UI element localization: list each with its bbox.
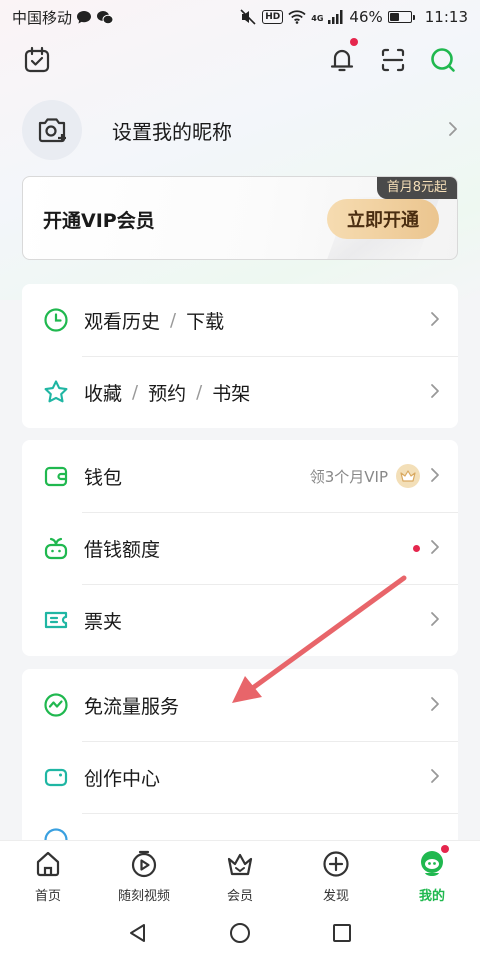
- chevron-right-icon: [430, 536, 440, 560]
- network-type: 4G: [311, 14, 324, 23]
- loan-label: 借钱额度: [84, 538, 161, 561]
- wallet-hint: 领3个月VIP: [309, 467, 388, 486]
- vip-banner[interactable]: 开通VIP会员 立即开通 首月8元起: [22, 176, 458, 260]
- chevron-right-icon: [430, 608, 440, 632]
- history-favorites-card: 观看历史 / 下载 收藏 / 预约 / 书架: [22, 284, 458, 428]
- wallet-row[interactable]: 钱包 领3个月VIP: [22, 440, 458, 512]
- wallet-label: 钱包: [84, 466, 123, 489]
- hd-badge: HD: [262, 10, 284, 24]
- clock-icon: [42, 306, 70, 334]
- bottom-tab-bar: 首页 随刻视频 会员 发现 我的: [0, 840, 480, 910]
- reservations-link[interactable]: 预约: [148, 379, 186, 406]
- play-circle-icon: [129, 849, 159, 879]
- tickets-row[interactable]: 票夹: [22, 584, 458, 656]
- free-data-row[interactable]: 免流量服务: [22, 669, 458, 741]
- back-triangle-icon[interactable]: [127, 922, 149, 948]
- vip-crown-badge-icon: [396, 464, 420, 488]
- bell-icon: [330, 49, 354, 72]
- history-link[interactable]: 观看历史: [84, 307, 160, 334]
- notification-dot: [350, 38, 358, 46]
- avatar[interactable]: [22, 100, 82, 160]
- tickets-label: 票夹: [84, 610, 123, 633]
- services-card: 免流量服务 创作中心: [22, 669, 458, 840]
- loan-row[interactable]: 借钱额度: [22, 512, 458, 584]
- battery-icon: [387, 11, 415, 23]
- tab-label: 首页: [34, 889, 61, 904]
- message-bubble-icon: [76, 10, 92, 25]
- tab-discover[interactable]: 发现: [288, 841, 384, 910]
- tab-mine[interactable]: 我的: [384, 841, 480, 910]
- mine-red-dot: [441, 845, 449, 853]
- separator: /: [170, 309, 177, 331]
- search-icon: [431, 48, 455, 72]
- free-data-icon: [42, 691, 70, 719]
- wallet-icon: [42, 462, 70, 490]
- profile-mascot-icon: [417, 849, 447, 879]
- notifications-button[interactable]: [322, 38, 362, 80]
- clock: 11:13: [424, 8, 468, 26]
- chevron-right-icon: [430, 464, 440, 488]
- chevron-right-icon: [448, 118, 458, 142]
- download-link[interactable]: 下载: [186, 307, 224, 334]
- tab-label: 随刻视频: [117, 889, 170, 904]
- creator-center-label: 创作中心: [84, 767, 161, 790]
- battery-percent: 46%: [349, 8, 383, 26]
- creator-center-row[interactable]: 创作中心: [22, 741, 458, 813]
- chevron-right-icon: [430, 693, 440, 717]
- tab-suike-video[interactable]: 随刻视频: [96, 841, 192, 910]
- partial-row-icon: [42, 826, 70, 840]
- system-nav-bar: [0, 910, 480, 960]
- star-icon: [42, 378, 70, 406]
- profile-row[interactable]: 设置我的昵称: [22, 100, 458, 160]
- crown-icon: [225, 849, 255, 879]
- nickname-prompt[interactable]: 设置我的昵称: [112, 116, 232, 145]
- wifi-icon: [288, 10, 306, 24]
- carrier-name: 中国移动: [12, 8, 73, 27]
- home-icon: [33, 849, 63, 879]
- status-bar: 中国移动 HD 4G 46% 11:13: [0, 0, 480, 34]
- search-button[interactable]: [423, 40, 463, 80]
- vip-promo-tag: 首月8元起: [376, 177, 457, 199]
- history-download-row[interactable]: 观看历史 / 下载: [22, 284, 458, 356]
- mute-icon: [239, 9, 257, 25]
- bookshelf-link[interactable]: 书架: [212, 379, 250, 406]
- header-toolbar: [0, 38, 480, 80]
- favorites-link[interactable]: 收藏: [84, 379, 122, 406]
- tab-home[interactable]: 首页: [0, 841, 96, 910]
- plus-circle-icon: [321, 849, 351, 879]
- ticket-icon: [42, 606, 70, 634]
- video-camera-icon: [42, 763, 70, 791]
- open-vip-button[interactable]: 立即开通: [327, 199, 439, 239]
- calendar-check-icon: [24, 46, 50, 73]
- wechat-icon: [96, 10, 114, 25]
- loan-sprout-icon: [42, 534, 70, 562]
- signal-icon: [328, 10, 344, 24]
- chevron-right-icon: [430, 765, 440, 789]
- chevron-right-icon: [430, 308, 440, 332]
- tab-label: 会员: [226, 889, 253, 904]
- favorites-row[interactable]: 收藏 / 预约 / 书架: [22, 356, 458, 428]
- finance-card: 钱包 领3个月VIP 借钱额度 票夹: [22, 440, 458, 656]
- tab-label: 我的: [418, 889, 445, 904]
- camera-add-icon: [38, 118, 66, 143]
- loan-red-dot: [413, 544, 420, 552]
- chevron-right-icon: [430, 380, 440, 404]
- partial-row: [22, 813, 458, 840]
- scan-button[interactable]: [373, 40, 413, 80]
- tab-label: 发现: [322, 889, 349, 904]
- recents-square-icon[interactable]: [331, 922, 353, 948]
- free-data-label: 免流量服务: [84, 695, 180, 718]
- home-circle-icon[interactable]: [229, 922, 251, 948]
- vip-title: 开通VIP会员: [43, 210, 155, 232]
- tab-vip[interactable]: 会员: [192, 841, 288, 910]
- separator: /: [132, 381, 139, 403]
- scan-icon: [381, 48, 405, 72]
- separator: /: [196, 381, 203, 403]
- checkin-calendar-button[interactable]: [17, 40, 57, 80]
